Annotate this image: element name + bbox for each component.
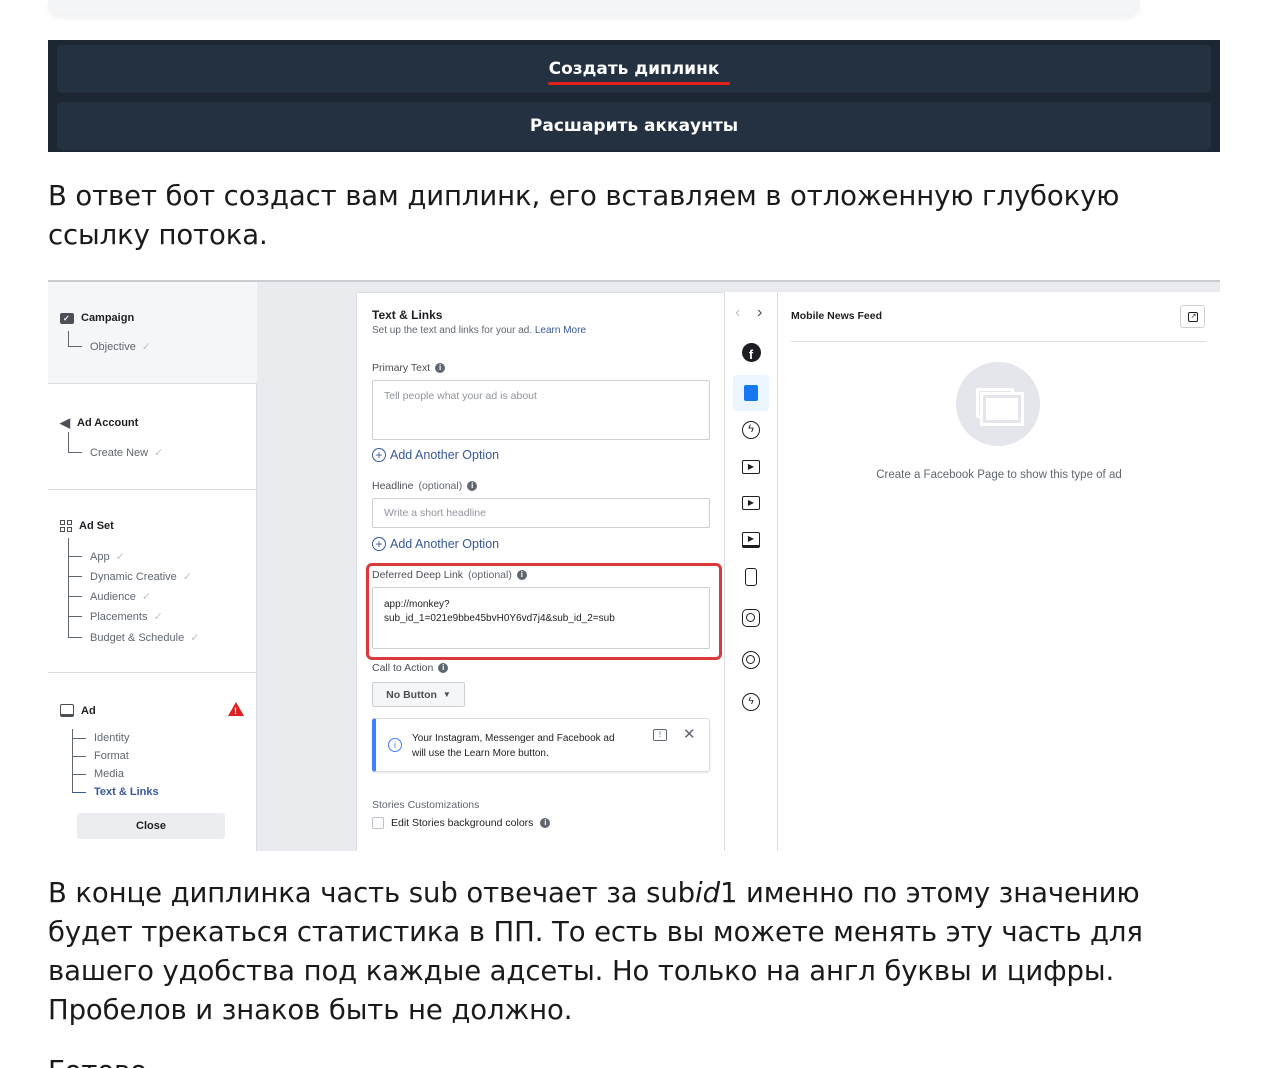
close-button[interactable]: Close	[77, 813, 225, 839]
messenger-icon[interactable]: ϟ	[741, 692, 761, 712]
info-icon: i	[438, 663, 449, 673]
primary-text-label: Primary Text i	[372, 362, 446, 374]
stories-phone-icon[interactable]	[741, 567, 761, 587]
cta-label: Call to Action i	[372, 662, 449, 674]
grid-icon	[60, 520, 72, 532]
page-placeholder-icon	[956, 362, 1040, 446]
telegram-keyboard: Создать диплинк Расшарить аккаунты	[48, 40, 1220, 152]
ad-account-title[interactable]: ◀ Ad Account	[60, 415, 138, 431]
check-icon: ✓	[115, 551, 125, 563]
info-icon: i	[435, 363, 446, 373]
stories-title: Stories Customizations	[372, 799, 480, 811]
info-icon: i	[516, 570, 527, 580]
sidebar-item-objective[interactable]: Objective ✓	[90, 340, 152, 354]
chevron-right-icon[interactable]: ›	[757, 304, 762, 322]
check-icon: ✓	[190, 632, 200, 644]
check-icon: ✓	[141, 341, 152, 353]
plus-circle-icon: +	[372, 448, 386, 462]
ad-account-section: ◀ Ad Account Create New ✓	[48, 384, 257, 490]
in-stream-video-icon[interactable]: ▶	[741, 530, 761, 550]
create-deeplink-button[interactable]: Создать диплинк	[57, 45, 1211, 93]
paragraph-3: Готово	[48, 1052, 1228, 1068]
preview-title: Mobile News Feed	[791, 310, 883, 322]
ad-frame-icon	[60, 704, 74, 717]
sidebar-item-budget-schedule[interactable]: Budget & Schedule ✓	[90, 631, 200, 645]
campaign-section: ✓ Campaign Objective ✓	[48, 282, 257, 384]
form-subtitle: Set up the text and links for your ad. L…	[372, 325, 587, 336]
video-feed-icon[interactable]: ▶	[741, 493, 761, 513]
info-icon: i	[467, 481, 478, 491]
ad-set-section: Ad Set App ✓ Dynamic Creative ✓ Audience ✓ …	[48, 490, 257, 673]
sidebar-item-audience[interactable]: Audience ✓	[90, 590, 152, 604]
instagram-icon[interactable]	[741, 608, 761, 628]
placement-icons-strip: ‹ › f ϟ ▶ ▶ ▶ ϟ	[725, 292, 778, 851]
megaphone-icon: ◀	[60, 415, 70, 430]
ads-sidebar: ✓ Campaign Objective ✓ ◀ Ad Account Creat…	[48, 282, 257, 851]
sidebar-item-dynamic-creative[interactable]: Dynamic Creative ✓	[90, 570, 193, 584]
create-deeplink-label: Создать диплинк	[548, 59, 720, 79]
add-option-button[interactable]: + Add Another Option	[372, 448, 499, 462]
sidebar-item-placements[interactable]: Placements ✓	[90, 610, 163, 624]
text-links-form: Text & Links Set up the text and links f…	[356, 292, 725, 851]
info-icon: i	[540, 818, 551, 828]
ad-title[interactable]: Ad	[60, 704, 96, 717]
campaign-title[interactable]: ✓ Campaign	[60, 312, 134, 324]
campaign-icon: ✓	[60, 312, 74, 324]
check-icon: ✓	[153, 611, 163, 623]
sidebar-item-create-new[interactable]: Create New ✓	[90, 446, 164, 460]
primary-text-input[interactable]: Tell people what your ad is about	[372, 380, 710, 440]
check-icon: ✓	[154, 447, 164, 459]
red-underline-annotation	[548, 82, 730, 85]
sidebar-item-text-links[interactable]: Text & Links	[94, 786, 159, 798]
preview-message: Create a Facebook Page to show this type…	[876, 469, 1122, 481]
stories-checkbox[interactable]: Edit Stories background colors i	[372, 817, 551, 829]
facebook-icon[interactable]: f	[741, 342, 761, 362]
sidebar-item-format[interactable]: Format	[94, 750, 129, 762]
learn-more-notice: i Your Instagram, Messenger and Facebook…	[372, 718, 710, 772]
check-icon: ✓	[141, 591, 152, 603]
feed-icon[interactable]	[741, 383, 761, 403]
ad-preview-panel: Mobile News Feed ↗ Create a Facebook Pag…	[778, 292, 1220, 851]
previous-card-edge	[48, 0, 1140, 14]
sidebar-item-media[interactable]: Media	[94, 768, 124, 780]
plus-circle-icon: +	[372, 537, 386, 551]
learn-more-link[interactable]: Learn More	[535, 325, 586, 336]
close-icon[interactable]: ✕	[683, 725, 696, 743]
share-accounts-button[interactable]: Расшарить аккаунты	[57, 102, 1211, 150]
audience-network-icon[interactable]	[741, 650, 761, 670]
paragraph-2: В конце диплинка часть sub отвечает за s…	[48, 877, 1143, 1026]
caret-down-icon: ▼	[442, 690, 451, 699]
video-icon[interactable]: ▶	[741, 457, 761, 477]
instant-article-icon[interactable]: ϟ	[741, 420, 761, 440]
sidebar-item-app[interactable]: App ✓	[90, 550, 125, 564]
share-accounts-label: Расшарить аккаунты	[529, 116, 739, 136]
sidebar-item-identity[interactable]: Identity	[94, 732, 129, 744]
feedback-icon[interactable]: !	[653, 729, 667, 741]
headline-input[interactable]: Write a short headline	[372, 498, 710, 528]
deep-link-input[interactable]: app://monkey? sub_id_1=021e9bbe45bvH0Y6v…	[372, 587, 710, 649]
paragraph-1: В ответ бот создаст вам диплинк, его вст…	[48, 180, 1120, 251]
form-title: Text & Links	[372, 308, 443, 322]
open-external-icon[interactable]: ↗	[1180, 305, 1205, 328]
cta-dropdown[interactable]: No Button ▼	[372, 682, 465, 707]
info-circle-icon: i	[388, 738, 402, 752]
headline-label: Headline (optional) i	[372, 480, 478, 492]
deep-link-label: Deferred Deep Link (optional) i	[372, 569, 527, 581]
checkbox-icon	[372, 817, 384, 829]
facebook-ads-screenshot: ✓ Campaign Objective ✓ ◀ Ad Account Creat…	[48, 280, 1220, 851]
add-option-button[interactable]: + Add Another Option	[372, 537, 499, 551]
check-icon: ✓	[182, 571, 193, 583]
ad-set-title[interactable]: Ad Set	[60, 520, 114, 532]
chevron-left-icon[interactable]: ‹	[735, 304, 740, 322]
